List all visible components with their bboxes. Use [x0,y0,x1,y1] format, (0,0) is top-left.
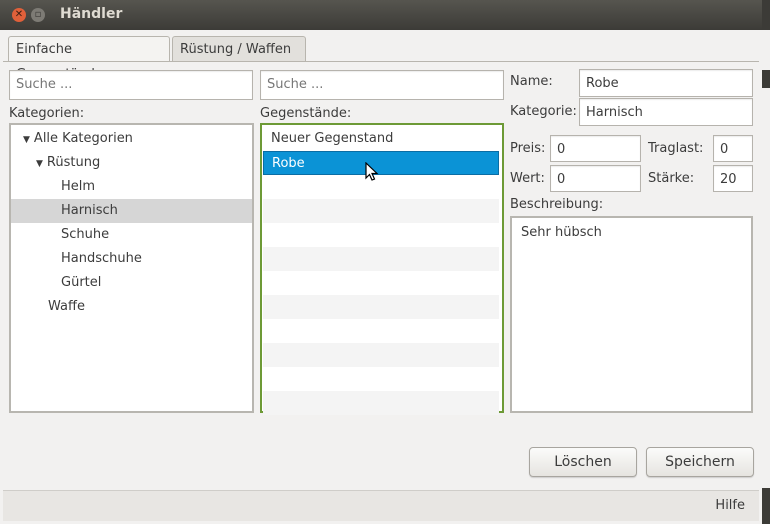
value-field[interactable]: 0 [550,165,641,192]
minimize-icon[interactable]: ▫ [31,8,45,22]
tree-item-harness[interactable]: Harnisch [11,199,252,223]
carry-weight-field[interactable]: 0 [713,135,753,162]
value-label: Wert: [510,171,545,186]
status-bar: Hilfe [3,490,759,521]
categories-heading: Kategorien: [9,106,85,121]
category-label: Kategorie: [510,104,577,119]
list-item-empty [263,247,499,271]
tab-armor-weapons[interactable]: Rüstung / Waffen [172,36,306,62]
items-heading: Gegenstände: [260,106,352,121]
category-search-input[interactable]: Suche ... [9,70,253,100]
item-search-input[interactable]: Suche ... [260,70,504,100]
list-item-empty [263,199,499,223]
mouse-cursor-icon [365,162,379,181]
strength-field[interactable]: 20 [713,165,753,192]
help-link[interactable]: Hilfe [715,498,745,513]
window-title: Händler [60,6,123,22]
list-item-empty [263,391,499,415]
name-field[interactable]: Robe [579,69,753,97]
close-icon[interactable]: ✕ [12,8,26,22]
category-tree[interactable]: ▼ Alle Kategorien ▼ Rüstung Helm Harnisch … [9,123,254,413]
delete-button[interactable]: Löschen [529,447,637,477]
description-label: Beschreibung: [510,197,604,212]
item-list[interactable]: Neuer Gegenstand Robe [260,123,504,415]
tree-item-helmet[interactable]: Helm [11,175,252,199]
name-label: Name: [510,74,553,89]
list-item-empty [263,343,499,367]
description-textarea[interactable]: Sehr hübsch [510,216,753,413]
tree-item-shoes[interactable]: Schuhe [11,223,252,247]
tree-item-label: Rüstung [46,155,101,170]
price-label: Preis: [510,141,546,156]
carry-weight-label: Traglast: [648,141,704,156]
background-window-edge [762,0,770,524]
expand-triangle-icon[interactable]: ▼ [36,152,43,176]
strength-label: Stärke: [648,171,695,186]
tree-item-belt[interactable]: Gürtel [11,271,252,295]
tab-divider [3,61,759,62]
tab-simple-items[interactable]: Einfache Gegenstände [8,36,170,82]
tree-item-all[interactable]: ▼ Alle Kategorien [11,127,264,151]
list-item-new[interactable]: Neuer Gegenstand [263,127,499,151]
price-field[interactable]: 0 [550,135,641,162]
category-field[interactable]: Harnisch [579,98,753,126]
list-item-empty [263,295,499,319]
list-item-robe[interactable]: Robe [263,151,499,175]
dialog-window: ✕ ▫ Händler Einfache Gegenstände Rüstung… [0,0,763,524]
title-bar[interactable]: ✕ ▫ Händler [0,0,762,30]
tree-item-gloves[interactable]: Handschuhe [11,247,252,271]
tree-item-label: Alle Kategorien [33,131,133,146]
save-button[interactable]: Speichern [646,447,754,477]
expand-triangle-icon[interactable]: ▼ [23,128,30,152]
tree-item-weapon[interactable]: Waffe [11,295,252,319]
tree-item-armor[interactable]: ▼ Rüstung [11,151,277,175]
